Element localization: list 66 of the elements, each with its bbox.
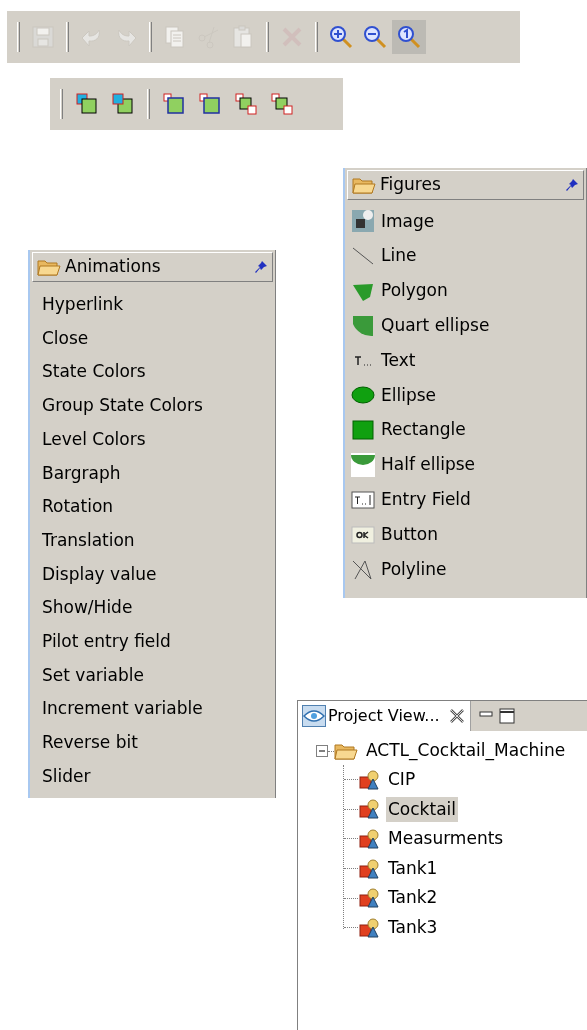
- palette-item[interactable]: Bargraph: [42, 456, 263, 491]
- palette-item[interactable]: Close: [42, 321, 263, 356]
- display-icon: [358, 887, 380, 910]
- palette-item[interactable]: Rectangle: [351, 412, 580, 448]
- bring-to-front-icon: [74, 91, 100, 117]
- palette-item[interactable]: Pilot entry field: [42, 624, 263, 659]
- pin-icon[interactable]: [565, 178, 579, 192]
- display-icon: [358, 857, 380, 880]
- bring-forward-icon: [197, 91, 223, 117]
- bring-forward-icon: [161, 91, 187, 117]
- zoom-in-icon: [328, 24, 354, 50]
- display-icon: [358, 768, 380, 791]
- palette-item[interactable]: Set variable: [42, 658, 263, 693]
- palette-item[interactable]: Polyline: [351, 551, 580, 587]
- palette-item[interactable]: Level Colors: [42, 422, 263, 457]
- palette-item[interactable]: Entry Field: [351, 482, 580, 518]
- palette-item[interactable]: Half ellipse: [351, 447, 580, 483]
- tree-item[interactable]: Tank1: [386, 855, 440, 882]
- folder-icon: [37, 257, 61, 277]
- folder-icon: [334, 741, 358, 761]
- display-icon: [358, 798, 380, 821]
- palette-item[interactable]: Reverse bit: [42, 725, 263, 760]
- palette-title: Figures: [380, 173, 442, 197]
- palette-header[interactable]: Figures: [347, 170, 584, 200]
- rectangle-icon: [351, 418, 375, 443]
- palette-item[interactable]: Show/Hide: [42, 591, 263, 625]
- palette-header[interactable]: Animations: [32, 252, 273, 282]
- tree-item[interactable]: Cocktail: [386, 796, 458, 823]
- palette-item[interactable]: Increment variable: [42, 692, 263, 726]
- palette-item[interactable]: Text: [351, 343, 580, 378]
- palette-item[interactable]: Rotation: [42, 490, 263, 524]
- palette-item[interactable]: Quart ellipse: [351, 308, 580, 344]
- zoom-actual-size-icon: [396, 24, 422, 50]
- palette-title: Animations: [65, 255, 162, 279]
- palette-item[interactable]: Group State Colors: [42, 389, 263, 423]
- close-icon[interactable]: [447, 707, 466, 725]
- palette-item[interactable]: Button: [351, 517, 580, 552]
- palette-item[interactable]: Slider: [42, 759, 263, 794]
- display-icon: [358, 828, 380, 850]
- tree-item[interactable]: Tank2: [386, 885, 440, 911]
- tree-item[interactable]: ACTL_Cocktail_Machine: [364, 738, 568, 764]
- tree-item[interactable]: Measurments: [386, 826, 506, 852]
- picture-icon: [351, 209, 375, 234]
- palette-item[interactable]: Hyperlink: [42, 288, 263, 322]
- text-icon: [354, 355, 372, 366]
- eye-icon: [302, 705, 326, 727]
- palette-item[interactable]: Polygon: [351, 273, 580, 309]
- pin-icon[interactable]: [254, 260, 268, 274]
- tree-item[interactable]: Tank3: [386, 915, 440, 941]
- collapse-icon[interactable]: [316, 745, 328, 757]
- palette-item[interactable]: State Colors: [42, 355, 263, 390]
- tree-item[interactable]: CIP: [386, 767, 418, 793]
- display-icon: [358, 916, 380, 939]
- palette-item[interactable]: Image: [351, 204, 580, 239]
- folder-icon: [352, 175, 376, 195]
- send-backward-icon: [269, 91, 295, 117]
- palette-item[interactable]: Display value: [42, 557, 263, 592]
- palette-item[interactable]: Ellipse: [351, 378, 580, 413]
- view-tab[interactable]: Project View...: [298, 701, 471, 731]
- maximize-icon[interactable]: [498, 708, 515, 724]
- toolbar-button[interactable]: [392, 20, 426, 54]
- send-to-back-icon: [110, 91, 136, 117]
- palette-item[interactable]: Translation: [42, 523, 263, 558]
- zoom-out-icon: [362, 24, 388, 50]
- send-backward-icon: [233, 91, 259, 117]
- palette-item[interactable]: Line: [351, 238, 580, 274]
